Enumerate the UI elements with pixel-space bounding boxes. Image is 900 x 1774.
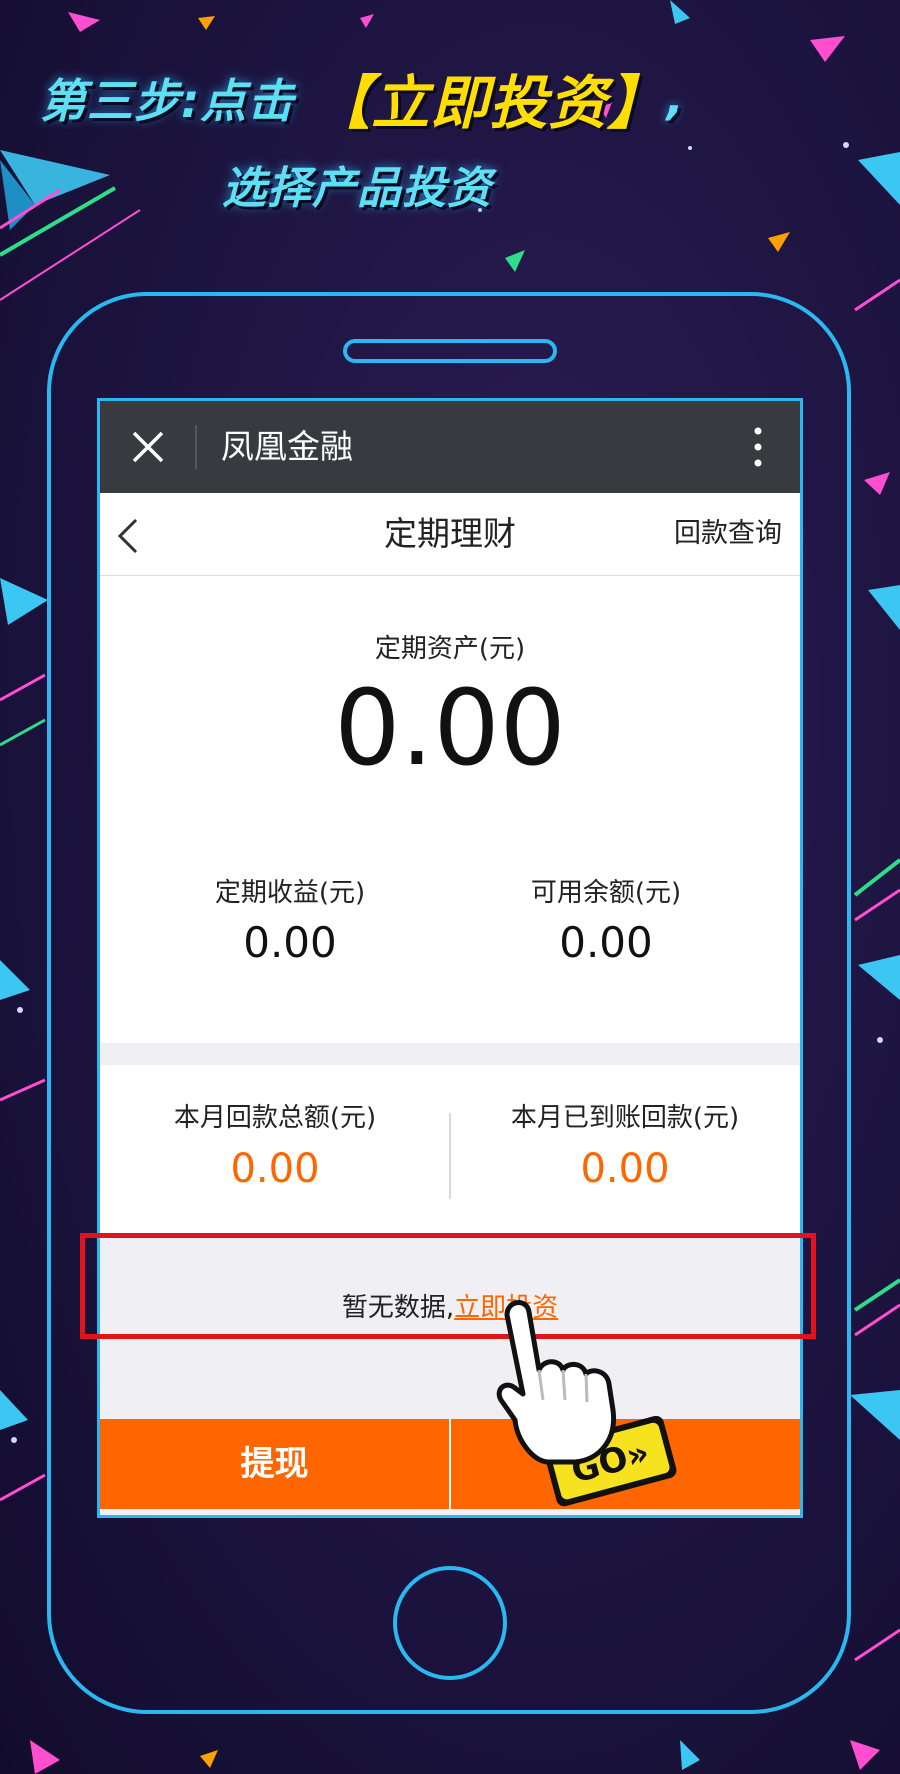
monthly-received-block: 本月已到账回款(元) 0.00 xyxy=(450,1101,800,1195)
available-balance-block: 可用余额(元) 0.00 xyxy=(446,876,766,970)
asset-summary: 定期资产(元) 0.00 定期收益(元) 0.00 可用余额(元) 0.00 xyxy=(100,576,800,1043)
title-bar-divider xyxy=(195,425,197,469)
monthly-repayment: 本月回款总额(元) 0.00 本月已到账回款(元) 0.00 xyxy=(100,1065,800,1235)
close-icon[interactable] xyxy=(130,429,166,465)
withdraw-button[interactable]: 提现 xyxy=(100,1419,449,1509)
pointing-hand-icon: GO» xyxy=(496,1300,677,1507)
fixed-income-block: 定期收益(元) 0.00 xyxy=(130,876,450,970)
step-subheading: 选择产品投资 xyxy=(222,163,492,214)
monthly-total-label: 本月回款总额(元) xyxy=(173,1103,377,1133)
repayment-query-link[interactable]: 回款查询 xyxy=(674,515,782,553)
monthly-total-block: 本月回款总额(元) 0.00 xyxy=(100,1101,450,1195)
monthly-received-value: 0.00 xyxy=(580,1146,670,1192)
step-heading: 第三步:点击 【立即投资】 , xyxy=(40,58,685,138)
monthly-total-value: 0.00 xyxy=(230,1146,320,1192)
step-highlight: 【立即投资】 xyxy=(312,69,667,137)
fixed-asset-label: 定期资产(元) xyxy=(374,634,526,664)
phone-speaker xyxy=(343,339,557,363)
phone-home-button xyxy=(393,1566,507,1680)
fixed-asset-value: 0.00 xyxy=(334,667,566,789)
available-balance-value: 0.00 xyxy=(559,918,653,967)
fixed-income-label: 定期收益(元) xyxy=(214,878,366,908)
more-vertical-icon[interactable] xyxy=(750,425,766,469)
monthly-received-label: 本月已到账回款(元) xyxy=(510,1103,740,1133)
step-comma: , xyxy=(666,71,685,125)
wechat-title-bar: 凤凰金融 xyxy=(100,401,800,493)
wechat-page-title: 凤凰金融 xyxy=(221,427,353,466)
fixed-income-value: 0.00 xyxy=(243,918,337,967)
step-label: 第三步:点击 xyxy=(40,74,295,128)
page-nav-bar: 定期理财 回款查询 xyxy=(100,493,800,576)
available-balance-label: 可用余额(元) xyxy=(530,878,682,908)
